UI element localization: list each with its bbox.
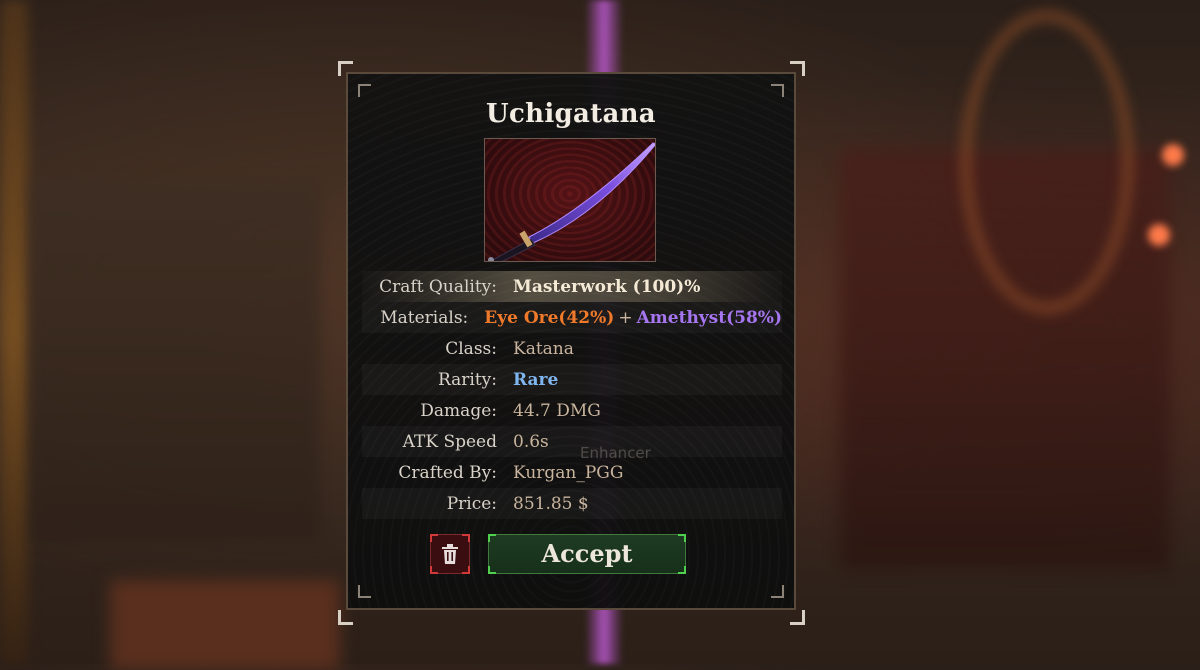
accept-label: Accept <box>541 539 633 568</box>
accept-button[interactable]: Accept <box>488 534 686 574</box>
button-corner <box>462 534 470 542</box>
stat-label: ATK Speed <box>402 431 497 452</box>
stat-row-rarity: Rarity: Rare <box>362 364 782 395</box>
button-corner <box>678 534 686 542</box>
background-crate <box>110 580 340 670</box>
katana-image <box>484 138 656 262</box>
background-lamp <box>1148 224 1170 246</box>
button-corner <box>488 534 496 542</box>
stat-row-atk-speed: ATK Speed 0.6s <box>362 426 782 457</box>
stat-label: Craft Quality: <box>379 276 497 297</box>
stat-label: Price: <box>446 493 497 514</box>
background-edge <box>0 0 28 664</box>
stat-label: Class: <box>445 338 497 359</box>
stat-label: Rarity: <box>437 369 497 390</box>
button-corner <box>678 566 686 574</box>
frame-corner <box>358 84 371 97</box>
item-title: Uchigatana <box>486 99 656 129</box>
stat-row-craft-quality: Craft Quality: Masterwork (100)% <box>362 271 782 302</box>
background-lamp <box>1162 144 1184 166</box>
button-corner <box>462 566 470 574</box>
delete-button[interactable] <box>430 534 470 574</box>
item-stats: Craft Quality: Masterwork (100)% Materia… <box>362 271 782 519</box>
stat-value-price: 851.85 $ <box>513 493 589 514</box>
stat-row-materials: Materials: Eye Ore(42%) + Amethyst(58%) <box>362 302 782 333</box>
stat-row-damage: Damage: 44.7 DMG <box>362 395 782 426</box>
stat-label: Materials: <box>380 307 469 328</box>
frame-corner <box>338 610 353 625</box>
stat-value-atk-speed: 0.6s <box>513 431 549 452</box>
frame-corner <box>790 610 805 625</box>
stat-value-materials: Eye Ore(42%) + Amethyst(58%) <box>484 308 782 328</box>
stat-value-rarity: Rare <box>513 369 559 390</box>
button-corner <box>430 534 438 542</box>
frame-corner <box>771 84 784 97</box>
background-shelf <box>30 180 320 540</box>
stat-row-price: Price: 851.85 $ <box>362 488 782 519</box>
stat-value-crafted-by: Kurgan_PGG <box>513 462 624 483</box>
stat-value-craft-quality: Masterwork (100)% <box>513 276 701 297</box>
stat-label: Crafted By: <box>398 462 497 483</box>
item-details-panel: Uchigatana Craft Quality: Masterwork (10… <box>346 72 796 610</box>
background-enhancer-label: Enhancer <box>580 444 651 462</box>
trash-icon <box>442 544 458 564</box>
button-corner <box>430 566 438 574</box>
stat-row-class: Class: Katana <box>362 333 782 364</box>
stat-value-class: Katana <box>513 338 574 359</box>
material-amethyst: Amethyst(58%) <box>636 307 782 328</box>
frame-corner <box>771 585 784 598</box>
stat-label: Damage: <box>420 400 497 421</box>
material-plus: + <box>618 307 633 328</box>
material-eye-ore: Eye Ore(42%) <box>484 307 615 328</box>
frame-corner <box>358 585 371 598</box>
background-ring <box>960 10 1134 314</box>
stat-row-crafted-by: Crafted By: Kurgan_PGG <box>362 457 782 488</box>
button-corner <box>488 566 496 574</box>
katana-icon <box>488 142 655 261</box>
stat-value-damage: 44.7 DMG <box>513 400 601 421</box>
